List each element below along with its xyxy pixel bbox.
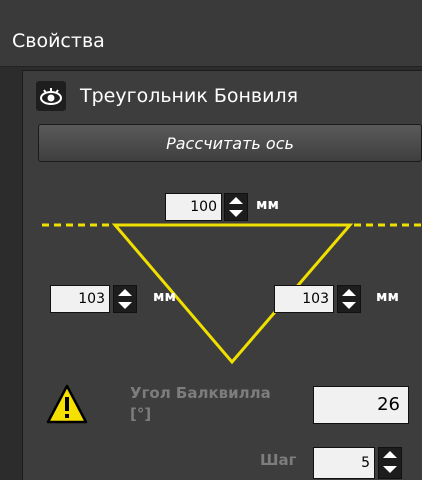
top-width-field[interactable]: 100 <box>165 193 222 221</box>
angle-label: Угол Балквилла <box>130 384 271 402</box>
spinner-up-icon[interactable] <box>338 286 360 299</box>
spinner-up-icon[interactable] <box>379 448 401 461</box>
step-field[interactable]: 5 <box>313 447 375 479</box>
step-spinner[interactable] <box>378 447 402 479</box>
step-label: Шаг <box>260 451 297 469</box>
spinner-down-icon[interactable] <box>225 207 247 220</box>
right-side-spinner[interactable] <box>337 285 361 313</box>
left-side-unit: мм <box>153 289 176 305</box>
spinner-up-icon[interactable] <box>225 194 247 207</box>
left-side-spinner[interactable] <box>113 285 137 313</box>
balkwill-angle-field: 26 <box>313 386 409 424</box>
spinner-down-icon[interactable] <box>379 463 401 476</box>
angle-unit-label: [°] <box>130 405 152 423</box>
spinner-down-icon[interactable] <box>114 299 136 312</box>
right-side-field[interactable]: 103 <box>274 285 334 313</box>
top-width-spinner[interactable] <box>224 193 248 221</box>
right-side-unit: мм <box>376 289 399 305</box>
spinner-down-icon[interactable] <box>338 299 360 312</box>
top-width-unit: мм <box>256 197 279 213</box>
warning-icon <box>46 384 88 424</box>
left-side-field[interactable]: 103 <box>50 285 110 313</box>
spinner-up-icon[interactable] <box>114 286 136 299</box>
